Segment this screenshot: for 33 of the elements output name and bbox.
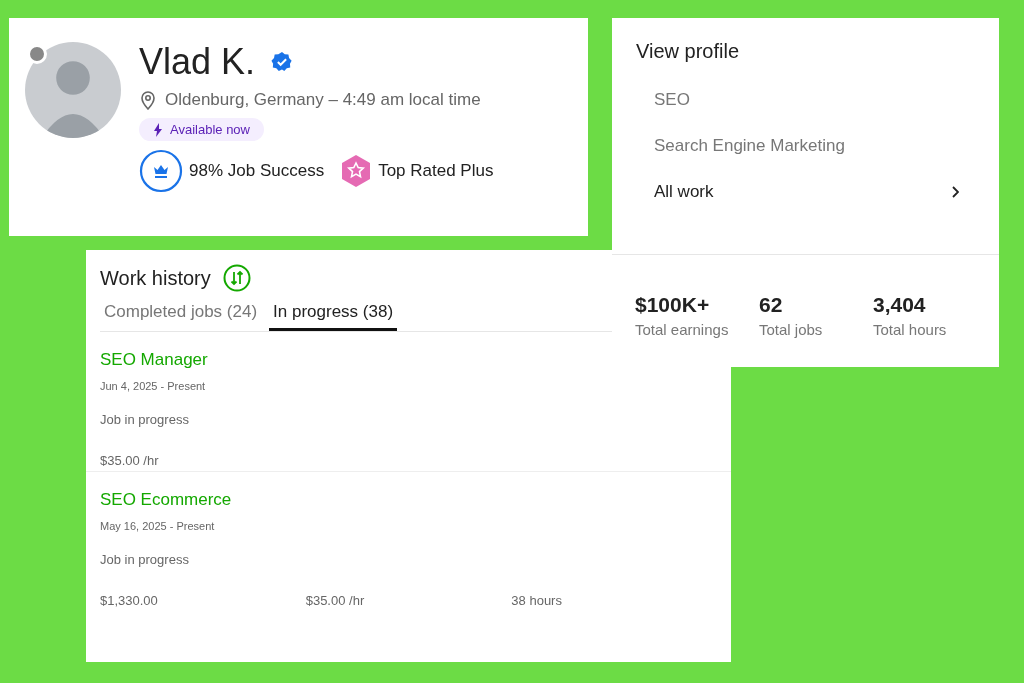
lightning-icon	[153, 122, 163, 137]
job-status: Job in progress	[100, 552, 190, 567]
job-figure: 38 hours	[511, 593, 563, 608]
work-history-title: Work history	[100, 266, 211, 290]
job-dates: Jun 4, 2025 - Present	[100, 380, 207, 392]
menu-item[interactable]: All work	[636, 169, 975, 215]
stat-label: Total jobs	[759, 321, 824, 338]
top-rated-text: Top Rated Plus	[378, 161, 494, 181]
location-text: Oldenburg, Germany – 4:49 am local time	[165, 90, 481, 110]
sort-icon[interactable]	[222, 264, 251, 292]
menu-item[interactable]: SEO	[636, 77, 975, 123]
job-dates: May 16, 2025 - Present	[100, 520, 216, 532]
menu-item[interactable]: Search Engine Marketing	[636, 123, 975, 169]
star-badge-icon	[340, 154, 373, 188]
availability-text: Available now	[170, 122, 250, 137]
job-figure: $1,330.00	[100, 593, 159, 608]
stat-value: 62	[759, 293, 784, 317]
history-tab[interactable]: Completed jobs (24)	[100, 298, 262, 331]
job-figure: $35.00 /hr	[100, 453, 160, 468]
job-figure: $35.00 /hr	[305, 593, 366, 608]
stat-value: 3,404	[873, 293, 927, 317]
profile-name: Vlad K.	[139, 42, 256, 82]
stat-label: Total earnings	[635, 321, 730, 338]
location-pin-icon	[139, 90, 157, 110]
job-status: Job in progress	[100, 412, 190, 427]
crown-icon	[139, 149, 183, 193]
stat-label: Total hours	[873, 321, 948, 338]
job-title-link[interactable]: SEO Ecommerce	[100, 490, 717, 510]
view-profile-title: View profile	[636, 40, 741, 63]
job-success-text: 98% Job Success	[189, 161, 325, 181]
stat-value: $100K+	[635, 293, 711, 317]
history-tab[interactable]: In progress (38)	[269, 298, 398, 331]
chevron-right-icon	[951, 186, 959, 198]
